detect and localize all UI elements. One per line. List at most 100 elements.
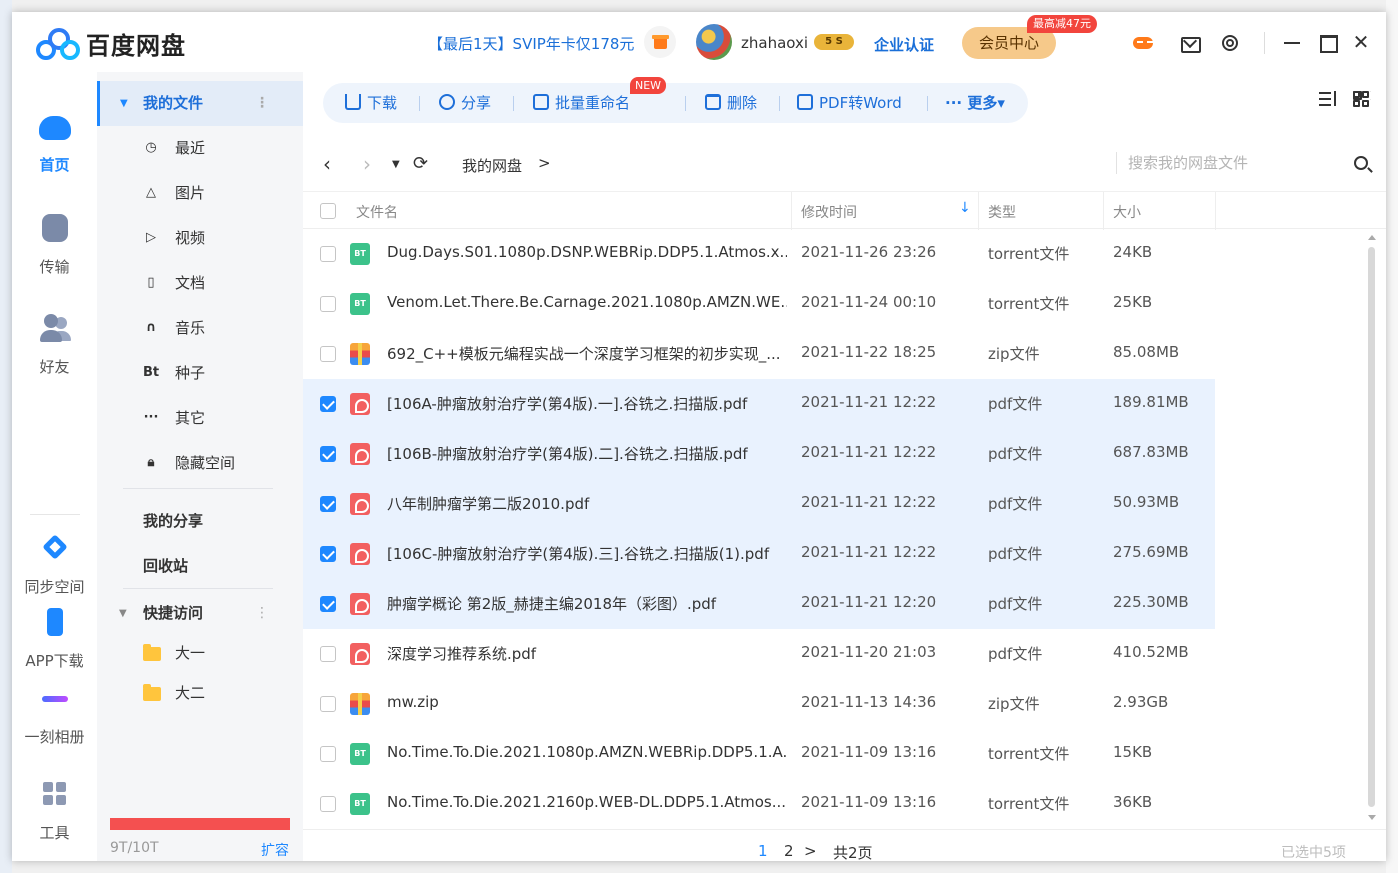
minimize-icon[interactable]: [1282, 32, 1304, 54]
sort-icon[interactable]: [1319, 90, 1339, 108]
gift-icon[interactable]: [644, 26, 676, 58]
svip-promo-link[interactable]: 【最后1天】SVIP年卡仅178元: [428, 33, 634, 54]
settings-icon[interactable]: [1219, 32, 1241, 54]
page-1-link[interactable]: 1: [758, 842, 768, 860]
forward-icon[interactable]: ›: [363, 152, 371, 176]
table-row[interactable]: [106A-肿瘤放射治疗学(第4版).一].谷铣之.扫描版.pdf 2021-11…: [303, 379, 1215, 429]
file-name[interactable]: [106B-肿瘤放射治疗学(第4版).二].谷铣之.扫描版.pdf: [387, 443, 787, 464]
row-checkbox[interactable]: [320, 546, 336, 562]
search-icon[interactable]: [1354, 156, 1368, 170]
grid-view-icon[interactable]: [1353, 91, 1369, 107]
scroll-up-icon[interactable]: [1368, 235, 1376, 240]
caret-down-icon[interactable]: ▼: [120, 81, 128, 126]
row-checkbox[interactable]: [320, 346, 336, 362]
row-checkbox[interactable]: [320, 596, 336, 612]
sidebar-item-music[interactable]: ∩ 音乐: [97, 306, 303, 351]
scrollbar[interactable]: [1366, 235, 1376, 830]
refresh-icon[interactable]: ⟳: [413, 153, 428, 174]
row-checkbox[interactable]: [320, 296, 336, 312]
sidebar-folder-2[interactable]: 大二: [97, 671, 303, 716]
expand-storage-link[interactable]: 扩容: [261, 840, 289, 860]
nav-transfer[interactable]: 传输: [12, 212, 97, 277]
nav-friends[interactable]: 好友: [12, 312, 97, 377]
table-row[interactable]: BT No.Time.To.Die.2021.2160p.WEB-DL.DDP5.…: [303, 779, 1215, 829]
file-name[interactable]: [106A-肿瘤放射治疗学(第4版).一].谷铣之.扫描版.pdf: [387, 393, 787, 414]
nav-album[interactable]: 一刻相册: [12, 682, 97, 747]
header-name[interactable]: 文件名: [356, 202, 398, 222]
header-size[interactable]: 大小: [1113, 202, 1141, 222]
breadcrumb[interactable]: 我的网盘: [462, 155, 522, 176]
history-dropdown-icon[interactable]: ▼: [392, 159, 400, 170]
sidebar-item-quick-access[interactable]: ▼ 快捷访问 ⋮: [97, 591, 303, 636]
download-button[interactable]: 下载: [345, 83, 397, 123]
file-name[interactable]: mw.zip: [387, 693, 787, 711]
file-name[interactable]: Venom.Let.There.Be.Carnage.2021.1080p.AM…: [387, 293, 787, 311]
file-name[interactable]: Dug.Days.S01.1080p.DSNP.WEBRip.DDP5.1.At…: [387, 243, 787, 261]
row-checkbox[interactable]: [320, 496, 336, 512]
table-row[interactable]: [106B-肿瘤放射治疗学(第4版).二].谷铣之.扫描版.pdf 2021-11…: [303, 429, 1215, 479]
table-row[interactable]: 八年制肿瘤学第二版2010.pdf 2021-11-21 12:22 pdf文件 50…: [303, 479, 1215, 529]
pdf-to-word-button[interactable]: PDF转Word: [797, 83, 902, 123]
file-name[interactable]: No.Time.To.Die.2021.2160p.WEB-DL.DDP5.1.…: [387, 793, 787, 811]
maximize-icon[interactable]: [1317, 32, 1339, 54]
sidebar-item-images[interactable]: △ 图片: [97, 171, 303, 216]
nav-home[interactable]: 首页: [12, 110, 97, 175]
file-name[interactable]: 肿瘤学概论 第2版_赫捷主编2018年（彩图）.pdf: [387, 593, 787, 614]
table-row[interactable]: 692_C++模板元编程实战一个深度学习框架的初步实现_... 2021-11-2…: [303, 329, 1215, 379]
table-row[interactable]: [106C-肿瘤放射治疗学(第4版).三].谷铣之.扫描版(1).pdf 2021…: [303, 529, 1215, 579]
sidebar-item-recycle-bin[interactable]: 回收站: [97, 544, 303, 589]
search-input[interactable]: [1128, 149, 1318, 177]
row-checkbox[interactable]: [320, 646, 336, 662]
username[interactable]: zhahaoxi: [741, 34, 808, 52]
share-button[interactable]: 分享: [439, 83, 491, 123]
next-page-icon[interactable]: >: [804, 842, 817, 860]
table-row[interactable]: 深度学习推荐系统.pdf 2021-11-20 21:03 pdf文件 410.52M…: [303, 629, 1215, 679]
back-icon[interactable]: ‹: [323, 152, 331, 176]
file-name[interactable]: 深度学习推荐系统.pdf: [387, 643, 787, 664]
sidebar-item-my-files[interactable]: ▼ 我的文件 ⋮: [97, 81, 303, 126]
file-name[interactable]: 八年制肿瘤学第二版2010.pdf: [387, 493, 787, 514]
row-checkbox[interactable]: [320, 746, 336, 762]
header-time[interactable]: 修改时间: [801, 202, 857, 222]
mail-icon[interactable]: [1179, 32, 1201, 54]
table-row[interactable]: BT Venom.Let.There.Be.Carnage.2021.1080p.…: [303, 279, 1215, 329]
row-checkbox[interactable]: [320, 446, 336, 462]
file-name[interactable]: [106C-肿瘤放射治疗学(第4版).三].谷铣之.扫描版(1).pdf: [387, 543, 787, 564]
batch-rename-button[interactable]: 批量重命名: [533, 83, 630, 123]
scroll-down-icon[interactable]: [1368, 815, 1376, 820]
table-row[interactable]: 肿瘤学概论 第2版_赫捷主编2018年（彩图）.pdf 2021-11-21 12…: [303, 579, 1215, 629]
enterprise-cert-link[interactable]: 企业认证: [874, 34, 934, 55]
table-row[interactable]: BT Dug.Days.S01.1080p.DSNP.WEBRip.DDP5.1.…: [303, 229, 1215, 279]
header-type[interactable]: 类型: [988, 202, 1016, 222]
sidebar-item-hidden-space[interactable]: 🔒︎ 隐藏空间: [97, 441, 303, 486]
table-row[interactable]: BT No.Time.To.Die.2021.1080p.AMZN.WEBRip.…: [303, 729, 1215, 779]
row-checkbox[interactable]: [320, 396, 336, 412]
sort-desc-arrow-icon[interactable]: ↓: [959, 200, 971, 216]
sidebar-item-others[interactable]: ··· 其它: [97, 396, 303, 441]
row-checkbox[interactable]: [320, 246, 336, 262]
nav-tools[interactable]: 工具: [12, 778, 97, 843]
more-dots-icon[interactable]: ⋮: [255, 591, 269, 636]
sidebar-folder-1[interactable]: 大一: [97, 631, 303, 676]
more-button[interactable]: ··· 更多▾: [945, 83, 1005, 123]
page-2-link[interactable]: 2: [784, 842, 794, 860]
avatar[interactable]: [696, 24, 732, 60]
caret-down-icon[interactable]: ▼: [119, 591, 127, 636]
delete-button[interactable]: 删除: [705, 83, 757, 123]
more-dots-icon[interactable]: ⋮: [255, 81, 269, 126]
breadcrumb-chevron-icon[interactable]: >: [538, 154, 551, 172]
file-name[interactable]: 692_C++模板元编程实战一个深度学习框架的初步实现_...: [387, 343, 787, 364]
select-all-checkbox[interactable]: [320, 203, 336, 219]
row-checkbox[interactable]: [320, 696, 336, 712]
nav-sync-space[interactable]: 同步空间: [12, 532, 97, 597]
game-controller-icon[interactable]: [1132, 32, 1154, 54]
vip-level-badge[interactable]: 5 S: [814, 34, 854, 50]
sidebar-item-docs[interactable]: ▯ 文档: [97, 261, 303, 306]
sidebar-item-torrents[interactable]: Bt 种子: [97, 351, 303, 396]
close-icon[interactable]: ✕: [1350, 32, 1372, 54]
row-checkbox[interactable]: [320, 796, 336, 812]
scroll-thumb[interactable]: [1368, 247, 1375, 807]
file-name[interactable]: No.Time.To.Die.2021.1080p.AMZN.WEBRip.DD…: [387, 743, 787, 761]
sidebar-item-recent[interactable]: ◷ 最近: [97, 126, 303, 171]
nav-app-download[interactable]: APP下载: [12, 606, 97, 671]
